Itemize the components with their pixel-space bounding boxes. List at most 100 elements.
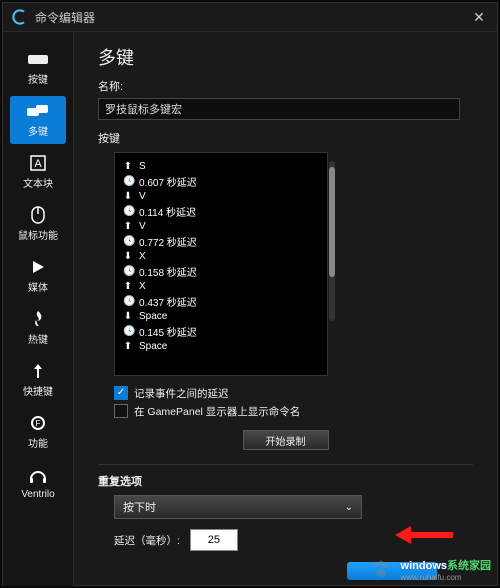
arrow-down-icon: ⬇	[123, 251, 133, 262]
sidebar-label: 多键	[28, 123, 48, 138]
arrow-up-icon: ⬆	[123, 341, 133, 352]
clock-icon: 🕓	[123, 206, 133, 217]
key-event-row[interactable]: ⬇V	[123, 189, 319, 204]
multikey-icon	[27, 102, 49, 120]
checkbox-icon	[114, 404, 128, 418]
checkbox-record-delay[interactable]: ✓ 记录事件之间的延迟	[114, 384, 473, 402]
svg-text:F: F	[36, 419, 41, 428]
checkbox-gamepanel[interactable]: 在 GamePanel 显示器上显示命令名	[114, 402, 473, 420]
sidebar-item-mouse[interactable]: 鼠标功能	[10, 200, 66, 248]
gear-icon: F	[27, 414, 49, 432]
key-event-text: X	[139, 281, 146, 292]
key-events-list[interactable]: ⬆S🕓0.607 秒延迟⬇V🕓0.114 秒延迟⬆V🕓0.772 秒延迟⬇X🕓0…	[114, 152, 328, 376]
titlebar: 命令编辑器 ✕	[3, 3, 497, 32]
textblock-icon: A	[27, 154, 49, 172]
dropdown-value: 按下时	[123, 499, 156, 515]
shortcut-icon	[27, 362, 49, 380]
arrow-up-icon: ⬆	[123, 221, 133, 232]
sidebar-item-keystroke[interactable]: 按键	[10, 44, 66, 92]
sidebar-item-ventrilo[interactable]: Ventrilo	[10, 460, 66, 508]
clock-icon: 🕓	[123, 326, 133, 337]
sidebar-label: 媒体	[28, 279, 48, 294]
arrow-up-icon: ⬆	[123, 161, 133, 172]
sidebar-label: Ventrilo	[21, 489, 54, 500]
sidebar-item-textblock[interactable]: A 文本块	[10, 148, 66, 196]
sidebar-item-hotkey[interactable]: 热键	[10, 304, 66, 352]
clock-icon: 🕓	[123, 176, 133, 187]
page-title: 多键	[98, 44, 473, 70]
name-label: 名称:	[98, 78, 473, 94]
flame-icon	[27, 310, 49, 328]
scrollbar[interactable]	[329, 161, 335, 321]
key-event-row[interactable]: 🕓 0.114 秒延迟	[123, 204, 319, 219]
key-event-text: 0.607 秒延迟	[139, 174, 197, 189]
watermark-url: www.ruhaifu.com	[401, 573, 491, 582]
sidebar-label: 热键	[28, 331, 48, 346]
checkbox-icon: ✓	[114, 386, 128, 400]
delay-row: 延迟（毫秒）:	[114, 529, 473, 551]
key-event-row[interactable]: ⬆X	[123, 279, 319, 294]
key-event-row[interactable]: ⬆S	[123, 159, 319, 174]
key-event-text: X	[139, 251, 146, 262]
main-panel: 多键 名称: 按键 ⬆S🕓0.607 秒延迟⬇V🕓0.114 秒延迟⬆V🕓0.7…	[74, 32, 497, 586]
logitech-logo-icon	[11, 8, 29, 26]
key-event-text: V	[139, 221, 146, 232]
key-event-row[interactable]: 🕓 0.145 秒延迟	[123, 324, 319, 339]
clock-icon: 🕓	[123, 266, 133, 277]
svg-text:A: A	[34, 158, 42, 170]
divider	[98, 464, 473, 465]
window-title: 命令编辑器	[35, 9, 95, 26]
key-event-row[interactable]: ⬇X	[123, 249, 319, 264]
key-event-row[interactable]: 🕓0.437 秒延迟	[123, 294, 319, 309]
sidebar-label: 文本块	[23, 175, 53, 190]
key-event-row[interactable]: ⬇ Space	[123, 309, 319, 324]
key-event-text: 0.145 秒延迟	[139, 324, 197, 339]
key-event-text: 0.158 秒延迟	[139, 264, 197, 279]
repeat-mode-dropdown[interactable]: 按下时 ⌄	[114, 495, 362, 519]
key-event-text: Space	[139, 311, 167, 322]
arrow-down-icon: ⬇	[123, 191, 133, 202]
key-event-row[interactable]: 🕓 0.158 秒延迟	[123, 264, 319, 279]
sidebar-item-media[interactable]: 媒体	[10, 252, 66, 300]
clock-icon: 🕓	[123, 236, 133, 247]
mouse-icon	[27, 206, 49, 224]
sidebar-label: 功能	[28, 435, 48, 450]
key-event-text: S	[139, 161, 146, 172]
play-icon	[27, 258, 49, 276]
key-event-row[interactable]: ⬆V	[123, 219, 319, 234]
checkbox-label: 在 GamePanel 显示器上显示命令名	[134, 404, 300, 419]
delay-label: 延迟（毫秒）:	[114, 533, 180, 548]
macro-name-input[interactable]	[98, 98, 460, 120]
key-event-text: 0.772 秒延迟	[139, 234, 197, 249]
headset-icon	[27, 468, 49, 486]
scroll-thumb[interactable]	[329, 167, 335, 277]
key-event-text: Space	[139, 341, 167, 352]
key-event-row[interactable]: ⬆ Space	[123, 339, 319, 354]
watermark-text: 系统家园	[447, 560, 491, 572]
sidebar: 按键 多键 A 文本块 鼠标功能 媒体 热键	[3, 32, 74, 586]
arrow-down-icon: ⬇	[123, 311, 133, 322]
sidebar-label: 快捷键	[23, 383, 53, 398]
key-event-text: V	[139, 191, 146, 202]
sidebar-item-function[interactable]: F 功能	[10, 408, 66, 456]
checkbox-label: 记录事件之间的延迟	[134, 386, 229, 401]
start-record-button[interactable]: 开始录制	[243, 430, 329, 450]
body: 按键 多键 A 文本块 鼠标功能 媒体 热键	[3, 32, 497, 586]
paw-icon	[369, 558, 393, 582]
keys-label: 按键	[98, 130, 473, 146]
close-button[interactable]: ✕	[469, 7, 489, 27]
clock-icon: 🕓	[123, 296, 133, 307]
watermark-text: windows	[401, 560, 447, 572]
key-event-row[interactable]: 🕓 0.607 秒延迟	[123, 174, 319, 189]
sidebar-item-shortcut[interactable]: 快捷键	[10, 356, 66, 404]
arrow-up-icon: ⬆	[123, 281, 133, 292]
command-editor-window: 命令编辑器 ✕ 按键 多键 A 文本块 鼠标功能 媒体	[2, 2, 498, 586]
sidebar-label: 鼠标功能	[18, 227, 58, 242]
options: ✓ 记录事件之间的延迟 在 GamePanel 显示器上显示命令名	[114, 384, 473, 420]
chevron-down-icon: ⌄	[345, 502, 353, 513]
sidebar-item-multikey[interactable]: 多键	[10, 96, 66, 144]
key-event-row[interactable]: 🕓 0.772 秒延迟	[123, 234, 319, 249]
delay-ms-input[interactable]	[190, 529, 238, 551]
sidebar-label: 按键	[28, 71, 48, 86]
key-event-text: 0.114 秒延迟	[139, 204, 196, 219]
